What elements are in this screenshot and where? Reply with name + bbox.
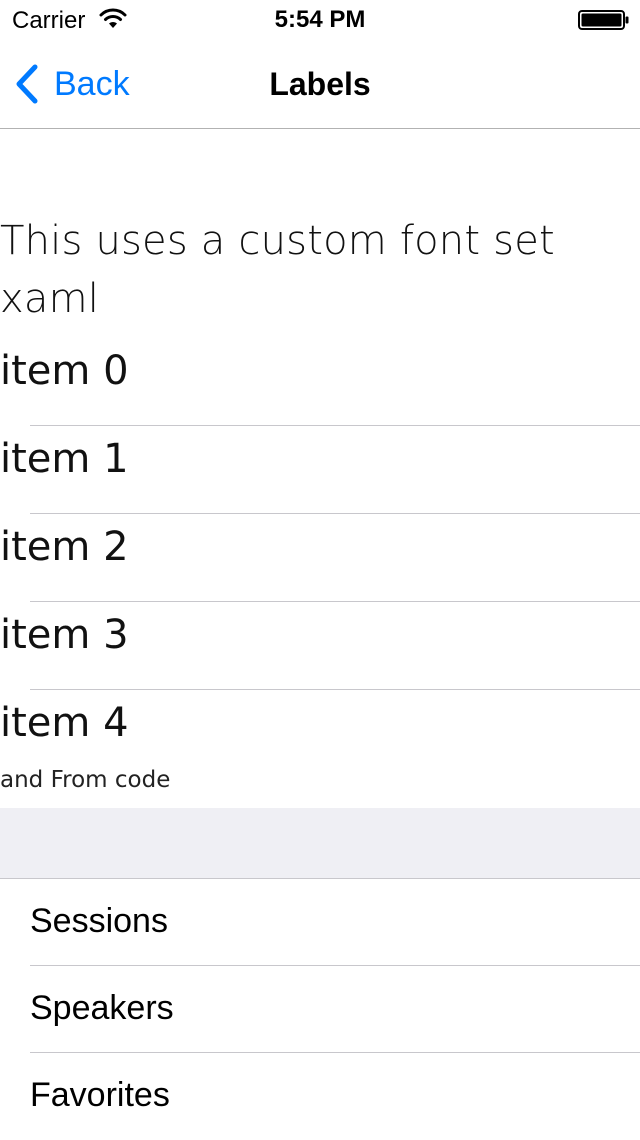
menu-item-speakers[interactable]: Speakers bbox=[0, 966, 640, 1053]
menu-item-label: Sessions bbox=[30, 902, 168, 940]
menu-item-favorites[interactable]: Favorites bbox=[0, 1053, 640, 1140]
from-code-label: and From code bbox=[0, 767, 171, 793]
status-time: 5:54 PM bbox=[274, 6, 366, 33]
section-header bbox=[0, 808, 640, 879]
menu-list: Sessions Speakers Favorites bbox=[0, 879, 640, 1140]
list-item[interactable]: item 1 bbox=[0, 426, 640, 514]
list-item[interactable]: item 3 bbox=[0, 602, 640, 690]
list-item-label: item 2 bbox=[0, 524, 129, 570]
page-title: Labels bbox=[269, 66, 371, 102]
status-bar: Carrier 5:54 PM bbox=[0, 0, 640, 40]
list-item-label: item 4 bbox=[0, 700, 129, 746]
list-item-label: item 0 bbox=[0, 348, 129, 394]
list-item[interactable]: item 0 bbox=[0, 338, 640, 426]
menu-item-label: Speakers bbox=[30, 989, 174, 1027]
list-item-label: item 3 bbox=[0, 612, 129, 658]
menu-item-label: Favorites bbox=[30, 1076, 170, 1114]
navigation-bar: Back Labels bbox=[0, 40, 640, 129]
list-item-label: item 1 bbox=[0, 436, 129, 482]
list-item[interactable]: item 2 bbox=[0, 514, 640, 602]
menu-item-sessions[interactable]: Sessions bbox=[0, 879, 640, 966]
items-list: item 0 item 1 item 2 item 3 item 4 bbox=[0, 338, 640, 778]
custom-font-label: This uses a custom font set xaml bbox=[0, 218, 555, 322]
battery-icon bbox=[578, 10, 630, 30]
